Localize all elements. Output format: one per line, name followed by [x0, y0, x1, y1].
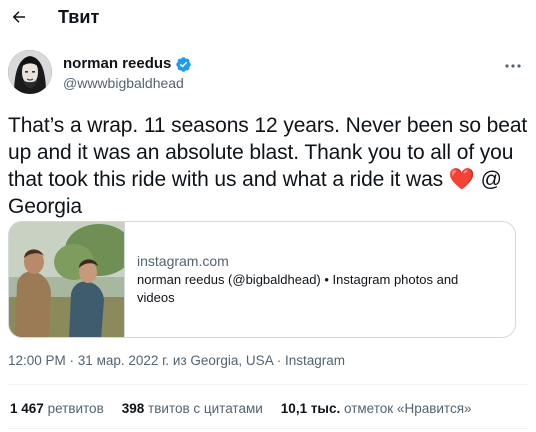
card-thumbnail — [9, 222, 125, 337]
tweet-meta: 12:00 PM · 31 мар. 2022 г. из Georgia, U… — [8, 352, 345, 369]
back-button[interactable] — [6, 4, 32, 30]
meta-separator: · — [272, 353, 285, 368]
card-body: instagram.com norman reedus (@bigbaldhea… — [125, 222, 515, 337]
likes-count: 10,1 тыс. — [280, 401, 341, 416]
card-domain: instagram.com — [137, 253, 229, 269]
tweet-stats: 1 467 ретвитов 398 твитов с цитатами 10,… — [10, 400, 490, 417]
likes-label: отметок «Нравится» — [344, 401, 472, 416]
tweet-source[interactable]: Instagram — [285, 353, 345, 368]
tweet-header: Твит — [0, 0, 536, 36]
heart-emoji: ❤️ — [448, 168, 475, 191]
retweets-label: ретвитов — [47, 401, 104, 416]
more-dots-icon — [505, 64, 521, 68]
retweets-count: 1 467 — [10, 401, 44, 416]
tweet-text: That’s a wrap. 11 seasons 12 years. Neve… — [8, 112, 528, 220]
divider — [8, 428, 528, 429]
likes-stat[interactable]: 10,1 тыс. отметок «Нравится» — [281, 400, 472, 417]
retweets-stat[interactable]: 1 467 ретвитов — [10, 400, 104, 417]
tweet-author: norman reedus @wwwbigbaldhead — [8, 50, 528, 96]
author-name[interactable]: norman reedus — [63, 55, 171, 73]
author-handle[interactable]: @wwwbigbaldhead — [63, 75, 184, 92]
more-options-button[interactable] — [502, 56, 524, 76]
card-description: norman reedus (@bigbaldhead) • Instagram… — [137, 272, 459, 305]
verified-badge-icon — [176, 56, 192, 72]
quotes-count: 398 — [121, 401, 145, 416]
meta-separator: · — [65, 353, 78, 368]
arrow-left-icon — [12, 11, 25, 23]
avatar[interactable] — [8, 50, 52, 94]
tweet-time[interactable]: 12:00 PM — [8, 353, 66, 368]
quotes-stat[interactable]: 398 твитов с цитатами — [122, 400, 263, 417]
page-title: Твит — [58, 7, 100, 27]
divider — [8, 384, 528, 385]
link-preview-card[interactable]: instagram.com norman reedus (@bigbaldhea… — [8, 221, 516, 338]
tweet-date-location[interactable]: 31 мар. 2022 г. из Georgia, USA — [78, 353, 273, 368]
quotes-label: твитов с цитатами — [148, 401, 263, 416]
author-name-row: norman reedus — [63, 55, 192, 73]
